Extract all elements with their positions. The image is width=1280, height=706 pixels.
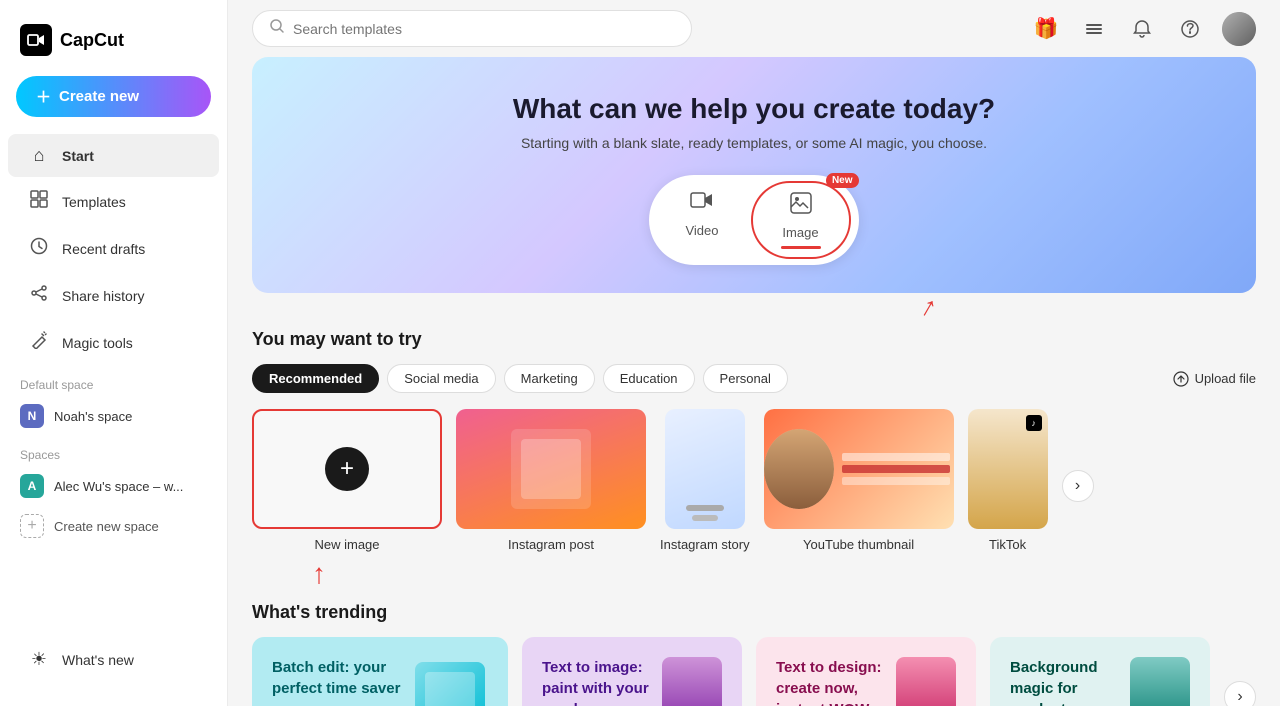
topbar-icons: 🎁 [1030, 12, 1256, 46]
templates-section-title: You may want to try [252, 329, 1256, 350]
clock-icon [28, 237, 50, 260]
sidebar-item-start[interactable]: ⌂ Start [8, 134, 219, 177]
trending-row: Batch edit: your perfect time saver Text… [252, 637, 1256, 706]
templates-row: + New image ↑ Instagram post [252, 409, 1256, 552]
trending-img-1 [412, 657, 488, 706]
filter-personal[interactable]: Personal [703, 364, 788, 393]
alec-avatar: A [20, 474, 44, 498]
image-tab-icon [789, 191, 813, 221]
filter-recommended[interactable]: Recommended [252, 364, 379, 393]
trending-card-2[interactable]: Text to image: paint with your words [522, 637, 742, 706]
search-input[interactable] [293, 21, 675, 37]
trending-title: What's trending [252, 602, 1256, 623]
create-new-button[interactable]: ＋ Create new [16, 76, 211, 117]
instagram-story-card[interactable]: Instagram story [660, 409, 750, 552]
annotation-arrow-2: ↑ [312, 558, 326, 590]
filter-marketing[interactable]: Marketing [504, 364, 595, 393]
upload-file-button[interactable]: Upload file [1173, 371, 1256, 387]
bell-icon[interactable] [1126, 13, 1158, 45]
filter-social-media[interactable]: Social media [387, 364, 495, 393]
instagram-story-thumb [665, 409, 745, 529]
filter-bar: Recommended Social media Marketing Educa… [252, 364, 1256, 393]
search-icon [269, 18, 285, 39]
new-badge: New [826, 173, 859, 188]
topbar: 🎁 [228, 0, 1280, 57]
tab-switcher: Video Image New [649, 175, 858, 265]
create-space-icon: + [20, 514, 44, 538]
noah-space-item[interactable]: N Noah's space [0, 396, 227, 436]
new-image-card-wrapper: + New image ↑ [252, 409, 442, 552]
sidebar-bottom: ☀ What's new [0, 629, 227, 690]
templates-next-button[interactable]: › [1062, 470, 1094, 502]
tab-image[interactable]: Image [751, 181, 851, 259]
trending-card-1[interactable]: Batch edit: your perfect time saver [252, 637, 508, 706]
youtube-thumb [764, 409, 954, 529]
main-content: 🎁 What can we help you create today? Sta… [228, 0, 1280, 706]
hero-banner: What can we help you create today? Start… [252, 57, 1256, 293]
annotation-arrow-1: ↑ [915, 290, 943, 325]
templates-section: You may want to try Recommended Social m… [228, 329, 1280, 572]
trending-next-button[interactable]: › [1224, 681, 1256, 706]
user-avatar[interactable] [1222, 12, 1256, 46]
default-space-label: Default space [0, 366, 227, 396]
instagram-post-card[interactable]: Instagram post [456, 409, 646, 552]
sidebar-item-whats-new[interactable]: ☀ What's new [8, 638, 219, 681]
trending-card-3[interactable]: Text to design: create now, instant WOW [756, 637, 976, 706]
sidebar-item-recent-drafts[interactable]: Recent drafts [8, 226, 219, 271]
trending-section: What's trending Batch edit: your perfect… [228, 602, 1280, 706]
menu-icon[interactable] [1078, 13, 1110, 45]
new-image-thumb: + [252, 409, 442, 529]
tab-video[interactable]: Video [657, 181, 746, 259]
spaces-label: Spaces [0, 436, 227, 466]
instagram-post-thumb [456, 409, 646, 529]
noah-avatar: N [20, 404, 44, 428]
logo-area: CapCut [0, 16, 227, 76]
templates-icon [28, 190, 50, 213]
trending-img-4 [1130, 657, 1190, 706]
home-icon: ⌂ [28, 145, 50, 166]
sidebar-item-share-history[interactable]: Share history [8, 273, 219, 318]
sun-icon: ☀ [28, 649, 50, 670]
sidebar-item-templates[interactable]: Templates [8, 179, 219, 224]
gift-icon[interactable]: 🎁 [1030, 13, 1062, 45]
filter-tags: Recommended Social media Marketing Educa… [252, 364, 788, 393]
sidebar: CapCut ＋ Create new ⌂ Start Templates Re… [0, 0, 228, 706]
logo-text: CapCut [60, 30, 124, 51]
trending-img-2 [662, 657, 722, 706]
tab-image-wrapper: Image New [751, 181, 851, 259]
hero-title: What can we help you create today? [292, 93, 1216, 125]
tiktok-card[interactable]: ♪ TikTok [968, 409, 1048, 552]
search-bar[interactable] [252, 10, 692, 47]
alec-space-item[interactable]: A Alec Wu's space – w... [0, 466, 227, 506]
hero-subtitle: Starting with a blank slate, ready templ… [292, 135, 1216, 151]
video-tab-icon [690, 189, 714, 219]
magic-icon [28, 331, 50, 354]
logo-icon [20, 24, 52, 56]
plus-icon: ＋ [36, 86, 51, 107]
plus-icon-circle: + [325, 447, 369, 491]
filter-education[interactable]: Education [603, 364, 695, 393]
sidebar-item-magic-tools[interactable]: Magic tools [8, 320, 219, 365]
trending-img-3 [896, 657, 956, 706]
youtube-thumbnail-card[interactable]: YouTube thumbnail [764, 409, 954, 552]
tiktok-thumb: ♪ [968, 409, 1048, 529]
help-icon[interactable] [1174, 13, 1206, 45]
share-icon [28, 284, 50, 307]
new-image-card[interactable]: + New image [252, 409, 442, 552]
create-space-item[interactable]: + Create new space [0, 506, 227, 546]
trending-card-4[interactable]: Background magic for products [990, 637, 1210, 706]
